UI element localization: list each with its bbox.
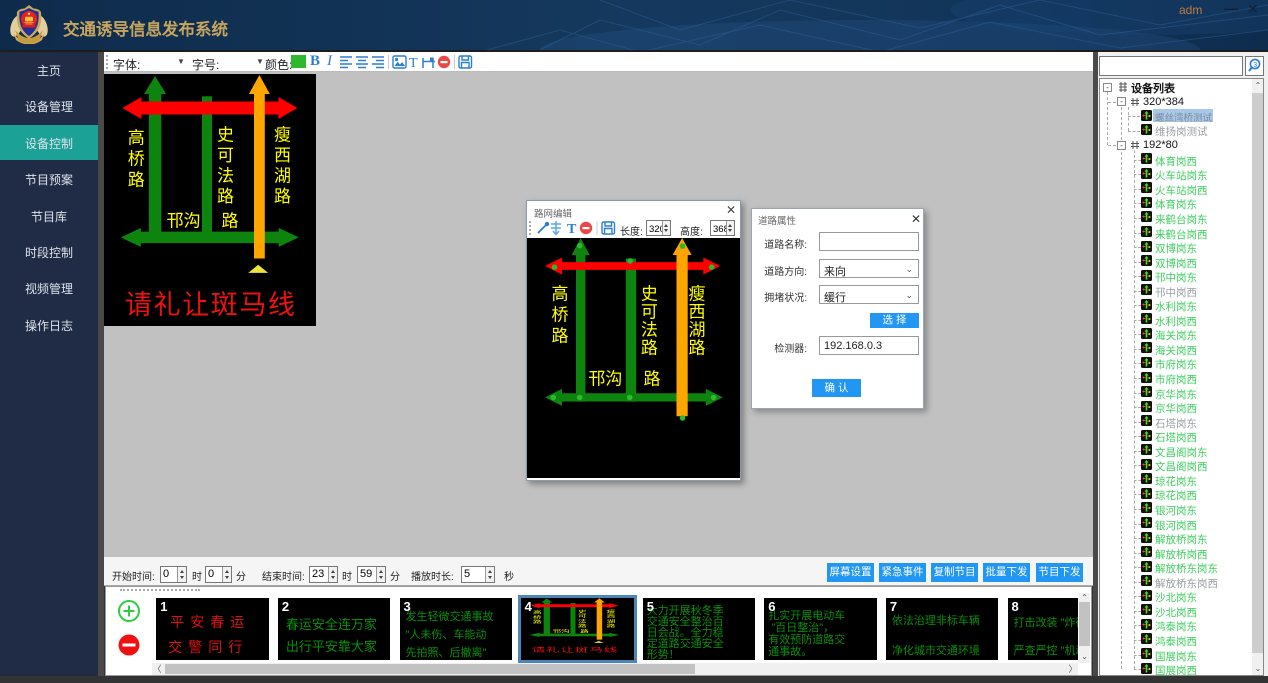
svg-text:史: 史 [217, 126, 234, 145]
svg-text:可: 可 [641, 303, 658, 322]
svg-text:法: 法 [217, 167, 234, 186]
svg-text:可: 可 [578, 614, 587, 619]
svg-text:桥: 桥 [552, 306, 569, 325]
svg-text:瘦: 瘦 [274, 126, 291, 145]
svg-text:路: 路 [644, 370, 661, 389]
svg-text:高: 高 [552, 285, 569, 304]
svg-text:请礼让斑马线: 请礼让斑马线 [531, 646, 617, 654]
svg-text:史: 史 [641, 285, 658, 304]
svg-text:邗沟: 邗沟 [167, 212, 201, 231]
svg-text:路: 路 [217, 187, 234, 206]
svg-text:瘦: 瘦 [689, 285, 706, 304]
svg-text:路: 路 [128, 171, 145, 190]
svg-text:T: T [409, 56, 418, 71]
svg-text:路: 路 [222, 212, 239, 231]
svg-text:T: T [567, 222, 577, 237]
svg-text:路: 路 [274, 187, 291, 206]
svg-text:路: 路 [689, 339, 706, 358]
svg-text:法: 法 [641, 321, 658, 340]
svg-text:桥: 桥 [128, 150, 145, 169]
svg-text:湖: 湖 [689, 321, 706, 340]
svg-text:可: 可 [217, 146, 234, 165]
svg-text:西: 西 [689, 303, 706, 322]
svg-text:高: 高 [128, 129, 145, 148]
svg-text:西: 西 [606, 614, 615, 619]
svg-text:路: 路 [641, 339, 658, 358]
svg-text:西: 西 [274, 146, 291, 165]
svg-text:湖: 湖 [274, 167, 291, 186]
svg-text:请礼让斑马线: 请礼让斑马线 [125, 290, 295, 320]
svg-text:3: 3 [1253, 62, 1257, 69]
svg-text:路: 路 [552, 327, 569, 346]
svg-text:邗沟: 邗沟 [588, 370, 622, 389]
